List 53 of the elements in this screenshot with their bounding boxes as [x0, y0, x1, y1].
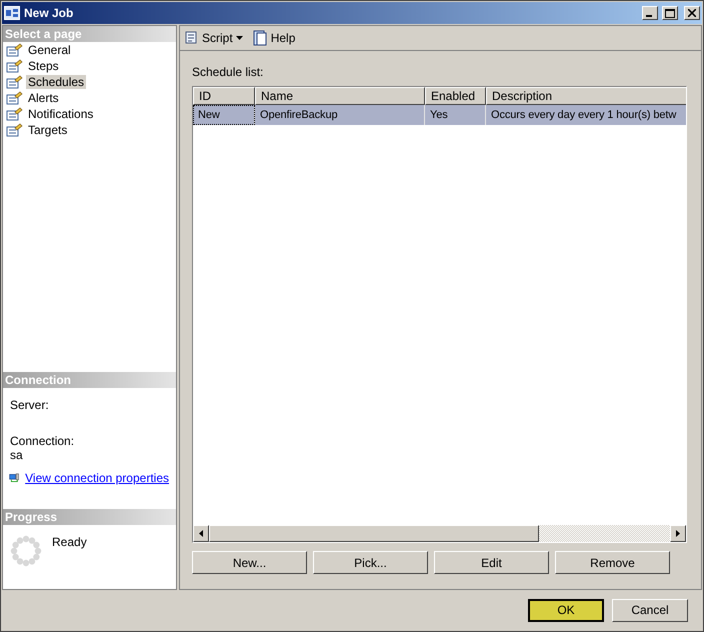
column-header[interactable]: ID	[193, 87, 255, 105]
help-button[interactable]: Help	[252, 30, 296, 46]
page-icon	[6, 107, 23, 121]
table-cell: OpenfireBackup	[255, 105, 425, 125]
list-action-button[interactable]: Pick...	[313, 551, 428, 574]
schedule-list-label: Schedule list:	[192, 65, 264, 79]
section-header: Select a page	[3, 26, 176, 42]
scroll-right-button[interactable]	[670, 525, 686, 542]
page-list-item[interactable]: Notifications	[3, 106, 176, 122]
table-cell: Occurs every day every 1 hour(s) betw	[486, 105, 686, 125]
table-cell: Yes	[425, 105, 486, 125]
close-button[interactable]	[684, 6, 700, 20]
progress-spinner-icon	[10, 535, 42, 567]
column-header[interactable]: Description	[486, 87, 686, 105]
list-action-button[interactable]: Edit	[434, 551, 549, 574]
left-arrow-icon	[199, 530, 203, 537]
horizontal-scrollbar[interactable]	[193, 525, 686, 542]
table-cell: New	[193, 105, 255, 125]
minimize-button[interactable]	[642, 6, 658, 20]
server-label: Server:	[10, 398, 50, 412]
list-action-button[interactable]: Remove	[555, 551, 670, 574]
window-app-icon	[4, 6, 20, 20]
script-button[interactable]: Script	[183, 30, 244, 46]
right-arrow-icon	[676, 530, 680, 537]
section-header: Connection	[3, 372, 176, 388]
help-book-icon	[252, 30, 268, 46]
connection-label: Connection:	[10, 434, 76, 448]
connection-value: sa	[10, 448, 24, 462]
page-list-item[interactable]: Targets	[3, 122, 176, 138]
view-connection-properties-link[interactable]: View connection properties	[25, 471, 169, 485]
page-list-item[interactable]: Alerts	[3, 90, 176, 106]
section-header: Progress	[3, 509, 176, 525]
list-action-button[interactable]: New...	[192, 551, 307, 574]
page-icon	[6, 75, 23, 89]
page-icon	[6, 123, 23, 137]
page-list-item[interactable]: Schedules	[3, 74, 176, 90]
cancel-button[interactable]: Cancel	[612, 598, 688, 622]
column-header[interactable]: Name	[255, 87, 425, 105]
column-header[interactable]: Enabled	[425, 87, 486, 105]
ok-button[interactable]: OK	[528, 598, 604, 622]
maximize-button[interactable]	[662, 6, 678, 20]
page-icon	[6, 91, 23, 105]
page-list-item[interactable]: Steps	[3, 58, 176, 74]
window-title: New Job	[24, 6, 74, 20]
page-list-item[interactable]: General	[3, 42, 176, 58]
dropdown-caret-icon	[236, 36, 244, 40]
scroll-left-button[interactable]	[193, 525, 209, 542]
close-icon	[688, 9, 696, 17]
scroll-thumb[interactable]	[209, 525, 539, 542]
maximize-icon	[665, 8, 675, 18]
page-icon	[6, 59, 23, 73]
progress-status: Ready	[52, 535, 87, 551]
page-icon	[6, 43, 23, 57]
